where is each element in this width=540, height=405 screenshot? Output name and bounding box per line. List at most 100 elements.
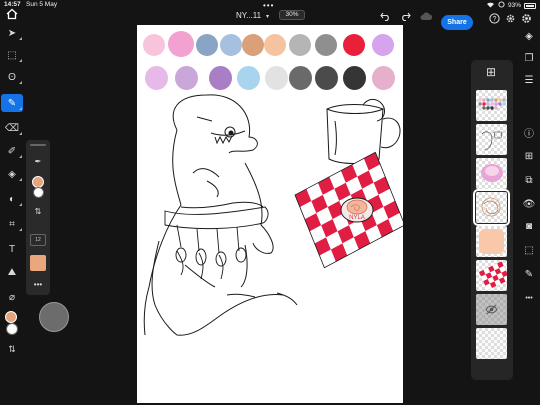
foreground-color-swatch[interactable] bbox=[5, 311, 17, 323]
thumb-palette-dot bbox=[486, 98, 490, 102]
eyedropper-tool[interactable]: ⌀ bbox=[1, 288, 23, 306]
background-color-swatch[interactable] bbox=[6, 323, 18, 335]
lasso-tool[interactable]: ʘ bbox=[1, 68, 23, 86]
thumb-palette-dot bbox=[502, 102, 506, 106]
submenu-indicator bbox=[19, 203, 22, 206]
thumb-palette-dot bbox=[478, 102, 482, 106]
select-icon: ➤ bbox=[7, 27, 17, 39]
hidden-eye-icon bbox=[485, 304, 498, 315]
transform-icon: ⬚ bbox=[7, 49, 17, 61]
document-canvas[interactable]: NYLA bbox=[137, 25, 403, 403]
cloud-sync-button[interactable] bbox=[420, 12, 433, 25]
swap-colors-button[interactable]: ⇅ bbox=[1, 340, 23, 358]
mask-icon: ◙ bbox=[525, 220, 533, 232]
panel-handle[interactable] bbox=[30, 144, 46, 146]
brush-preview-circle[interactable] bbox=[39, 302, 69, 332]
stack-icon: ❐ bbox=[524, 52, 534, 64]
swap-icon: ⇅ bbox=[8, 343, 16, 354]
redo-button[interactable] bbox=[400, 12, 411, 25]
document-title[interactable]: NY...11 bbox=[236, 11, 261, 20]
thumb-palette-dot bbox=[482, 106, 486, 110]
layer-thumbnail-palette[interactable] bbox=[476, 90, 507, 121]
text-tool[interactable]: T bbox=[1, 240, 23, 258]
thumb-palette-dot bbox=[498, 98, 502, 102]
brush-picker-button[interactable]: ✒ bbox=[28, 154, 48, 168]
mug-drawing bbox=[326, 98, 401, 164]
info-button[interactable]: ⓘ bbox=[521, 124, 537, 140]
thumb-palette-dot bbox=[486, 102, 490, 106]
submenu-indicator bbox=[19, 155, 22, 158]
svg-text:?: ? bbox=[493, 16, 497, 23]
more-options-button[interactable]: ••• bbox=[28, 277, 48, 291]
brush-icon: ✒ bbox=[34, 156, 42, 166]
layer-thumbnail-background[interactable] bbox=[476, 328, 507, 359]
swap-icon: ⇅ bbox=[34, 206, 42, 216]
mask-button[interactable]: ◙ bbox=[521, 218, 537, 234]
tablecloth-label: NYLA bbox=[349, 215, 365, 221]
brush-settings-button[interactable]: ✎ bbox=[521, 266, 537, 282]
eyedropper-icon: ⌀ bbox=[8, 291, 16, 303]
plus-icon: ⊞ bbox=[486, 65, 497, 79]
thumb-palette-dot bbox=[478, 98, 482, 102]
settings-button[interactable] bbox=[505, 13, 516, 28]
mug-layer-preview bbox=[481, 164, 503, 182]
brush-size[interactable]: 12 bbox=[30, 234, 46, 246]
layer-thumbnail-sketch[interactable] bbox=[473, 189, 510, 226]
share-button[interactable]: Share bbox=[441, 15, 473, 30]
thumb-palette-dot bbox=[494, 102, 498, 106]
layer-thumbnail-skin[interactable] bbox=[476, 226, 507, 257]
visibility-button[interactable]: 👁 bbox=[521, 196, 537, 212]
submenu-indicator bbox=[19, 59, 22, 62]
add-layer-button[interactable]: ⊞ bbox=[521, 148, 537, 164]
lineart-layer-preview bbox=[481, 131, 503, 151]
swap-colors-button[interactable]: ⇅ bbox=[28, 204, 48, 218]
tablecloth-layer-preview bbox=[479, 261, 507, 291]
place-image-tool[interactable]: ⛰ bbox=[1, 263, 23, 281]
layers-button[interactable]: ◈ bbox=[521, 28, 537, 44]
eraser-tool[interactable]: ⌫ bbox=[1, 119, 23, 137]
fill-tool[interactable]: ◈ bbox=[1, 165, 23, 183]
cloud-icon bbox=[420, 12, 433, 20]
fill-icon: ◈ bbox=[8, 168, 16, 180]
zoom-level[interactable]: 30% bbox=[279, 10, 305, 20]
layer-thumbnail-hidden[interactable] bbox=[476, 294, 507, 325]
submenu-indicator bbox=[19, 81, 22, 84]
gear-icon bbox=[506, 14, 515, 23]
sketch-layer-preview bbox=[481, 197, 501, 217]
add-layer-button[interactable]: ⊞ bbox=[486, 65, 496, 79]
thumb-palette-dot bbox=[486, 106, 490, 110]
more-icon: ••• bbox=[525, 294, 533, 302]
thumb-palette-dot bbox=[498, 102, 502, 106]
status-date: Sun 5 May bbox=[26, 1, 58, 8]
transform-tool[interactable]: ⬚ bbox=[1, 46, 23, 64]
adjust-tool[interactable]: ◐ bbox=[1, 190, 23, 208]
stack-button[interactable]: ❐ bbox=[521, 50, 537, 66]
thumb-palette-dot bbox=[478, 106, 482, 110]
crop-tool[interactable]: ⌗ bbox=[1, 215, 23, 233]
select-tool[interactable]: ➤ bbox=[1, 24, 23, 42]
undo-icon bbox=[380, 12, 389, 22]
layer-thumbnail-mug[interactable] bbox=[476, 158, 507, 189]
smudge-tool[interactable]: ✐ bbox=[1, 142, 23, 160]
sliders-button[interactable]: ☰ bbox=[521, 72, 537, 88]
undo-button[interactable] bbox=[380, 12, 391, 25]
layers-panel: ⊞ bbox=[471, 60, 513, 380]
thumb-palette-dot bbox=[482, 98, 486, 102]
redo-icon bbox=[402, 12, 411, 22]
adjust-layer-button[interactable]: ⧉ bbox=[521, 172, 537, 188]
crop-icon: ⌗ bbox=[9, 218, 15, 230]
clipping-button[interactable]: ⬚ bbox=[521, 242, 537, 258]
layer-thumbnail-tablecloth[interactable] bbox=[476, 260, 507, 291]
more-button[interactable]: ••• bbox=[521, 290, 537, 306]
thumb-palette-dot bbox=[494, 98, 498, 102]
chevron-down-icon[interactable]: ▾ bbox=[266, 11, 269, 23]
add-layer-icon: ⊞ bbox=[524, 150, 534, 162]
brush-tool[interactable]: ✎ bbox=[1, 94, 23, 112]
help-button[interactable]: ? bbox=[489, 13, 500, 28]
thumb-palette-dot bbox=[490, 102, 494, 106]
layer-thumbnail-lineart[interactable] bbox=[476, 124, 507, 155]
recent-color-swatch[interactable] bbox=[30, 255, 46, 271]
submenu-indicator bbox=[19, 178, 22, 181]
more-icon: ••• bbox=[33, 279, 43, 289]
brush-background-color[interactable] bbox=[33, 187, 44, 198]
